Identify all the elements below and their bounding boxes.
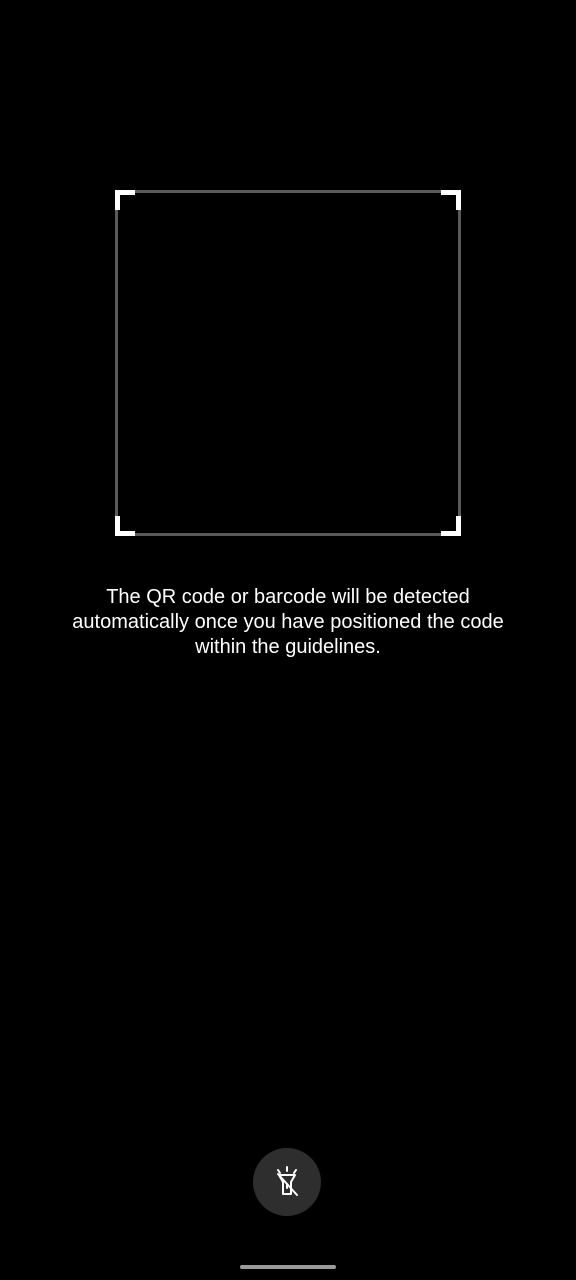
frame-corner-bottom-left [115, 516, 135, 536]
frame-corner-bottom-right [441, 516, 461, 536]
frame-corner-top-right [441, 190, 461, 210]
scan-frame [115, 190, 461, 536]
flashlight-toggle-button[interactable] [253, 1148, 321, 1216]
flashlight-off-icon [270, 1165, 304, 1199]
frame-corner-top-left [115, 190, 135, 210]
gesture-navigation-bar[interactable] [240, 1265, 336, 1269]
scan-instructions: The QR code or barcode will be detected … [72, 586, 504, 658]
